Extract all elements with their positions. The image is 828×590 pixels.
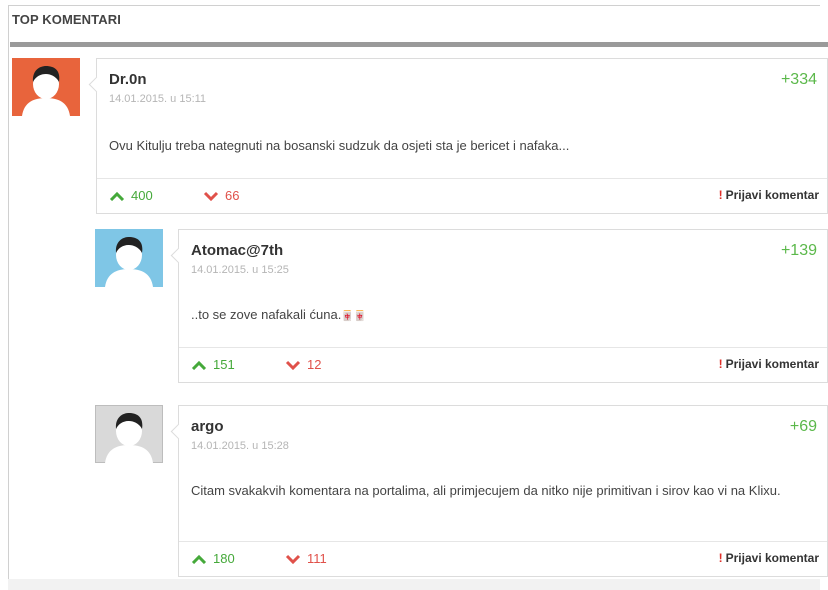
comment-card: argo 14.01.2015. u 15:28 +69 Citam svaka…	[170, 405, 828, 577]
comment-text-body: ..to se zove nafakali ćuna.	[191, 307, 342, 322]
downvote-count: 111	[307, 551, 327, 566]
upvote-button[interactable]: 151	[191, 357, 235, 372]
unsupported-glyphs: 🀄🀄	[341, 311, 367, 322]
exclamation-icon: !	[718, 188, 723, 202]
comment-text: Ovu Kitulju treba nategnuti na bosanski …	[109, 138, 570, 153]
chevron-up-icon	[191, 360, 207, 370]
comment-score: +334	[780, 71, 817, 88]
upvote-count: 400	[131, 188, 153, 203]
comment-card: Dr.0n 14.01.2015. u 15:11 +334 Ovu Kitul…	[88, 58, 828, 214]
avatar[interactable]	[95, 229, 163, 287]
downvote-button[interactable]: 111	[285, 551, 327, 566]
upvote-count: 151	[213, 357, 235, 372]
exclamation-icon: !	[718, 551, 723, 565]
comment-footer: 151 12 ! Prijavi komentar	[179, 347, 827, 382]
panel-bottom-strip	[8, 579, 820, 590]
comment-score: +69	[789, 418, 817, 435]
upvote-button[interactable]: 400	[109, 188, 153, 203]
section-title: TOP KOMENTARI	[12, 12, 121, 27]
comment-card: Atomac@7th 14.01.2015. u 15:25 +139 ..to…	[170, 229, 828, 383]
report-comment-link[interactable]: ! Prijavi komentar	[719, 357, 819, 371]
report-label: Prijavi komentar	[725, 188, 819, 202]
downvote-button[interactable]: 66	[203, 188, 239, 203]
report-comment-link[interactable]: ! Prijavi komentar	[719, 188, 819, 202]
title-divider	[10, 42, 828, 47]
upvote-count: 180	[213, 551, 235, 566]
report-label: Prijavi komentar	[725, 357, 819, 371]
comment-score: +139	[780, 242, 817, 259]
user-silhouette-icon	[95, 405, 163, 463]
downvote-count: 12	[307, 357, 322, 372]
comment-date: 14.01.2015. u 15:25	[191, 264, 289, 276]
comment-footer: 180 111 ! Prijavi komentar	[179, 541, 827, 576]
comment-text: ..to se zove nafakali ćuna.🀄🀄	[191, 304, 813, 327]
comment-text: Citam svakakvih komentara na portalima, …	[191, 483, 781, 498]
exclamation-icon: !	[718, 357, 723, 371]
comment-author[interactable]: Dr.0n	[109, 71, 147, 88]
comment-author[interactable]: argo	[191, 418, 224, 435]
upvote-button[interactable]: 180	[191, 551, 235, 566]
comment-footer: 400 66 ! Prijavi komentar	[97, 178, 827, 213]
chevron-down-icon	[203, 191, 219, 201]
chevron-up-icon	[191, 554, 207, 564]
user-silhouette-icon	[12, 58, 80, 116]
report-label: Prijavi komentar	[725, 551, 819, 565]
chevron-down-icon	[285, 360, 301, 370]
user-silhouette-icon	[95, 229, 163, 287]
avatar[interactable]	[95, 405, 163, 463]
downvote-button[interactable]: 12	[285, 357, 321, 372]
chevron-up-icon	[109, 191, 125, 201]
chevron-down-icon	[285, 554, 301, 564]
comment-date: 14.01.2015. u 15:28	[191, 440, 289, 452]
report-comment-link[interactable]: ! Prijavi komentar	[719, 551, 819, 565]
downvote-count: 66	[225, 188, 240, 203]
comment-date: 14.01.2015. u 15:11	[109, 93, 207, 105]
comment-author[interactable]: Atomac@7th	[191, 242, 283, 259]
avatar[interactable]	[12, 58, 80, 116]
